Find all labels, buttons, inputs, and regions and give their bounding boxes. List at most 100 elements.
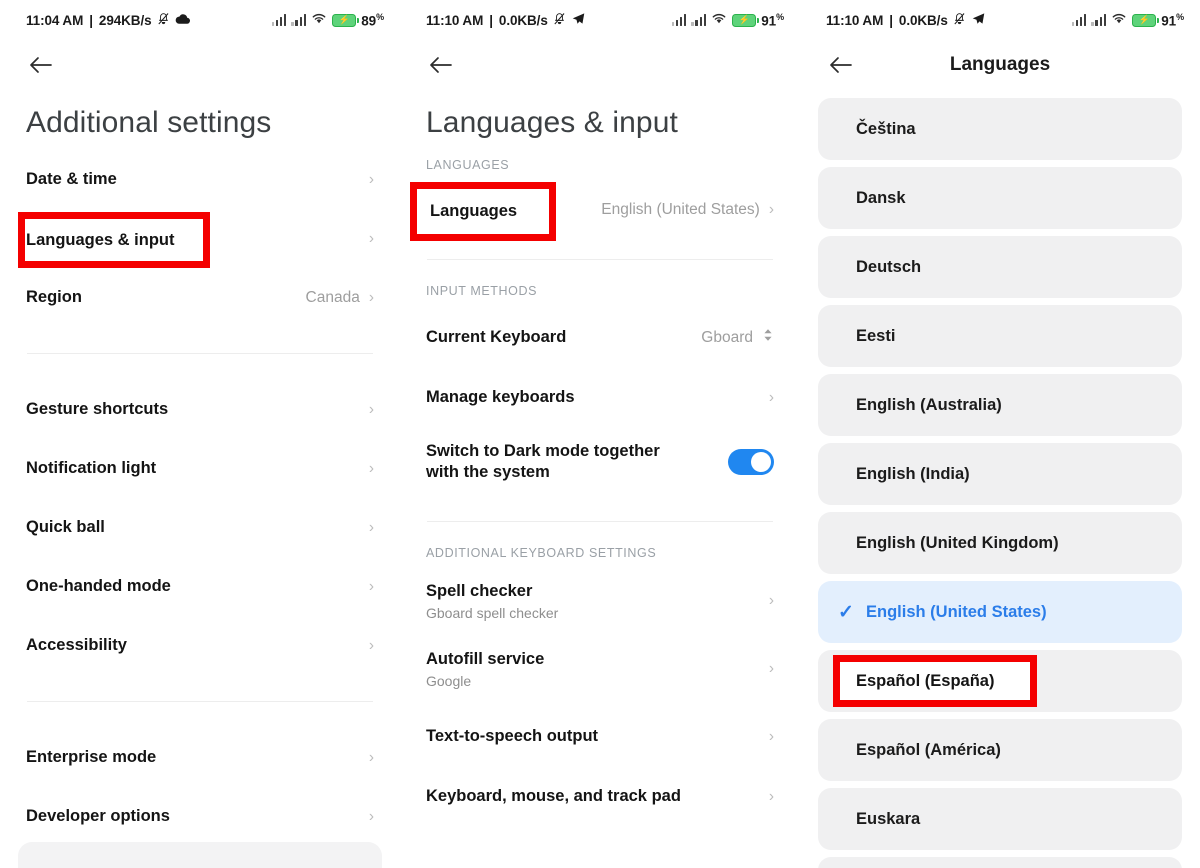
settings-row-manage-keyboards[interactable]: Manage keyboards › <box>400 368 800 427</box>
row-title: Autofill service <box>426 650 545 669</box>
row-value: Canada <box>305 288 360 306</box>
settings-row-spell-checker[interactable]: Spell checker Gboard spell checker › <box>400 570 800 632</box>
battery-percent: 91% <box>1161 11 1184 29</box>
status-bar-left-3: 11:10 AM | 0.0KB/s <box>826 12 986 29</box>
back-arrow-icon[interactable] <box>826 50 856 80</box>
status-network-speed: 294KB/s <box>98 12 152 28</box>
battery-charging-icon: ⚡ <box>332 13 359 27</box>
chevron-right-icon: › <box>768 788 774 805</box>
language-item-english-united-kingdom[interactable]: English (United Kingdom) <box>818 512 1182 574</box>
dark-mode-toggle[interactable] <box>728 449 774 475</box>
settings-row-region[interactable]: Region Canada › <box>0 268 400 327</box>
section-label-input-methods: INPUT METHODS <box>426 284 538 298</box>
settings-row-one-handed-mode[interactable]: One-handed mode › <box>0 557 400 616</box>
telegram-send-icon <box>571 12 586 29</box>
battery-charging-icon: ⚡ <box>732 13 759 27</box>
status-network-speed: 0.0KB/s <box>498 12 548 28</box>
chevron-right-icon: › <box>368 636 374 654</box>
row-value: Gboard <box>701 328 753 346</box>
divider <box>27 353 373 354</box>
chevron-right-icon: › <box>768 728 774 745</box>
row-title: Switch to Dark mode together with the sy… <box>426 441 660 481</box>
telegram-send-icon <box>971 12 986 29</box>
nav-bar-2 <box>400 40 800 90</box>
screen-additional-settings: 11:04 AM | 294KB/s ⚡ 89% Additional sett… <box>0 0 400 868</box>
status-bar-right-2: ⚡ 91% <box>671 12 784 28</box>
settings-row-date-time[interactable]: Date & time › <box>0 150 400 209</box>
chevron-right-icon: › <box>768 592 774 609</box>
settings-row-text-to-speech[interactable]: Text-to-speech output › <box>400 706 800 768</box>
bell-muted-icon <box>953 12 966 29</box>
page-title: Languages <box>949 54 1051 75</box>
chevron-right-icon: › <box>368 400 374 418</box>
status-bar-left-2: 11:10 AM | 0.0KB/s <box>426 12 586 29</box>
language-list: Čeština Dansk Deutsch Eesti English (Aus… <box>800 90 1200 868</box>
battery-percent: 89% <box>361 11 384 29</box>
settings-group-1: Date & time › Languages & input › Region… <box>0 150 400 327</box>
signal-bars-icon <box>671 14 687 26</box>
language-label: Euskara <box>856 809 921 828</box>
language-item-espanol-espana[interactable]: Español (España) <box>818 650 1182 712</box>
status-bar-right-3: ⚡ 91% <box>1071 11 1184 29</box>
row-title: Text-to-speech output <box>426 727 599 746</box>
status-time: 11:10 AM <box>826 12 884 28</box>
row-subtitle: Google <box>426 672 472 689</box>
row-title: Manage keyboards <box>426 387 575 406</box>
language-item-cestina[interactable]: Čeština <box>818 98 1182 160</box>
language-item-espanol-america[interactable]: Español (América) <box>818 719 1182 781</box>
screenshot-root: 11:04 AM | 294KB/s ⚡ 89% Additional sett… <box>0 0 1200 868</box>
chevron-right-icon: › <box>368 288 374 306</box>
settings-row-languages[interactable]: Languages English (United States) › <box>400 180 800 239</box>
bell-muted-icon <box>157 12 170 29</box>
language-item-deutsch[interactable]: Deutsch <box>818 236 1182 298</box>
section-label-additional-keyboard: ADDITIONAL KEYBOARD SETTINGS <box>426 546 657 560</box>
language-label: English (United States) <box>866 602 1047 621</box>
status-separator: | <box>889 12 893 28</box>
back-arrow-icon[interactable] <box>26 50 56 80</box>
row-title: Developer options <box>26 806 170 825</box>
chevron-right-icon: › <box>768 200 774 218</box>
settings-row-autofill-service[interactable]: Autofill service Google › <box>400 638 800 700</box>
bottom-card-stub[interactable] <box>18 842 382 868</box>
status-separator: | <box>89 12 93 28</box>
settings-group-3: Enterprise mode › Developer options › <box>0 728 400 846</box>
wifi-icon <box>711 12 727 28</box>
settings-row-dark-mode-switch[interactable]: Switch to Dark mode together with the sy… <box>400 427 800 497</box>
settings-row-keyboard-mouse-trackpad[interactable]: Keyboard, mouse, and track pad › <box>400 768 800 826</box>
language-label: Español (América) <box>856 740 1001 759</box>
language-item-english-australia[interactable]: English (Australia) <box>818 374 1182 436</box>
settings-row-gesture-shortcuts[interactable]: Gesture shortcuts › <box>0 380 400 439</box>
status-time: 11:04 AM <box>26 12 84 28</box>
page-title: Languages & input <box>426 106 678 139</box>
divider-2 <box>27 701 373 702</box>
section-label-languages: LANGUAGES <box>426 158 510 172</box>
language-item-dansk[interactable]: Dansk <box>818 167 1182 229</box>
row-value: English (United States) <box>601 200 760 218</box>
settings-row-accessibility[interactable]: Accessibility › <box>0 616 400 675</box>
signal-bars-icon <box>271 14 287 26</box>
signal-bars-icon-2 <box>1091 14 1107 26</box>
settings-row-quick-ball[interactable]: Quick ball › <box>0 498 400 557</box>
status-time: 11:10 AM <box>426 12 484 28</box>
wifi-icon <box>311 12 327 28</box>
language-item-partial[interactable] <box>818 857 1182 868</box>
language-item-euskara[interactable]: Euskara <box>818 788 1182 850</box>
settings-row-languages-input[interactable]: Languages & input › <box>0 209 400 268</box>
language-item-english-india[interactable]: English (India) <box>818 443 1182 505</box>
chevron-right-icon: › <box>368 170 374 188</box>
language-label: Deutsch <box>856 257 922 276</box>
row-title: Languages & input <box>26 228 175 247</box>
settings-row-enterprise-mode[interactable]: Enterprise mode › <box>0 728 400 787</box>
row-title: Spell checker <box>426 582 533 601</box>
language-item-english-united-states[interactable]: ✓ English (United States) <box>818 581 1182 643</box>
chevron-right-icon: › <box>768 660 774 677</box>
cloud-icon <box>175 12 191 29</box>
settings-row-notification-light[interactable]: Notification light › <box>0 439 400 498</box>
language-item-eesti[interactable]: Eesti <box>818 305 1182 367</box>
chevron-right-icon: › <box>368 748 374 766</box>
back-arrow-icon[interactable] <box>426 50 456 80</box>
settings-row-current-keyboard[interactable]: Current Keyboard Gboard <box>400 308 800 367</box>
battery-charging-icon: ⚡ <box>1132 13 1159 27</box>
settings-row-developer-options[interactable]: Developer options › <box>0 787 400 846</box>
signal-bars-icon-2 <box>691 14 707 26</box>
